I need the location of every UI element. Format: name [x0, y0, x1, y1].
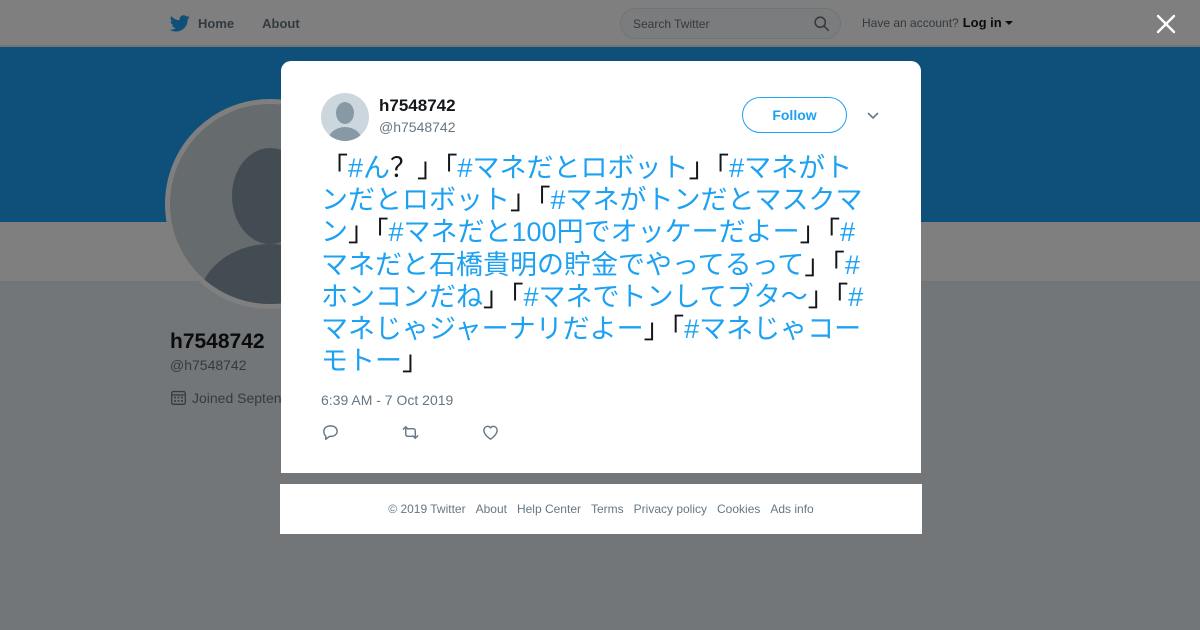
tweet-text-segment: 「: [321, 153, 348, 183]
retweet-icon[interactable]: [401, 423, 420, 442]
chevron-down-icon[interactable]: [865, 109, 881, 121]
follow-button[interactable]: Follow: [742, 97, 847, 133]
tweet-text-segment: 」「: [348, 217, 389, 248]
tweet-text-segment: 」: [402, 346, 429, 377]
tweet-author-handle[interactable]: @h7548742: [379, 119, 456, 135]
tweet-text-segment: 」「: [643, 314, 685, 345]
like-icon[interactable]: [481, 423, 500, 442]
tweet-modal: h7548742 @h7548742 Follow 「#ん？」「#マネだとロボッ…: [281, 61, 921, 473]
tweet-actions: [321, 423, 561, 442]
tweet-avatar[interactable]: [321, 93, 369, 141]
tweet-text-segment: 」「: [688, 153, 730, 183]
footer-link-about[interactable]: About: [476, 502, 507, 516]
footer-copyright: © 2019 Twitter: [388, 502, 466, 516]
close-icon[interactable]: [1154, 12, 1178, 36]
hashtag-link[interactable]: #ん: [348, 153, 390, 183]
footer-link-help-center[interactable]: Help Center: [517, 502, 581, 516]
hashtag-link[interactable]: #マネだと100円でオッケーだよー: [389, 217, 800, 247]
hashtag-link[interactable]: #マネでトンしてブタ〜: [524, 282, 808, 312]
tweet-author-name[interactable]: h7548742: [379, 96, 456, 116]
tweet-text: 「#ん？」「#マネだとロボット」「#マネがトンだとロボット」「#マネがトンだとマ…: [321, 152, 877, 377]
footer-link-ads-info[interactable]: Ads info: [770, 502, 813, 516]
tweet-text-segment: 」「: [807, 281, 849, 312]
modal-footer: © 2019 Twitter About Help Center Terms P…: [280, 484, 922, 534]
tweet-text-segment: 」「: [799, 217, 841, 248]
tweet-text-segment: 」「: [510, 185, 551, 216]
footer-link-privacy-policy[interactable]: Privacy policy: [634, 502, 707, 516]
tweet-text-segment: 」「: [483, 281, 524, 312]
footer-link-terms[interactable]: Terms: [591, 502, 624, 516]
footer-link-cookies[interactable]: Cookies: [717, 502, 760, 516]
tweet-timestamp[interactable]: 6:39 AM - 7 Oct 2019: [321, 392, 453, 408]
tweet-text-segment: ？」「: [390, 153, 458, 183]
hashtag-link[interactable]: #マネだとロボット: [458, 153, 689, 183]
reply-icon[interactable]: [321, 423, 340, 442]
tweet-text-segment: 」「: [804, 249, 845, 280]
